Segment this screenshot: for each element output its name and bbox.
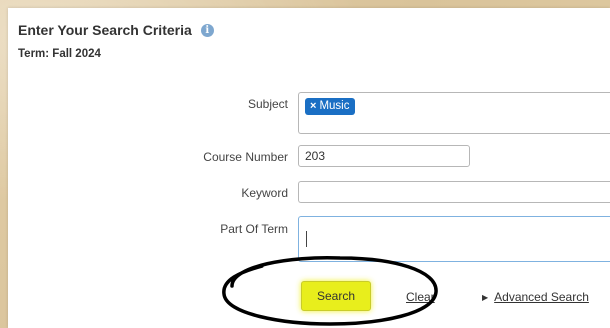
- advanced-search-label: Advanced Search: [494, 290, 589, 304]
- subject-tag-label: Music: [319, 100, 350, 112]
- search-button[interactable]: Search: [301, 281, 371, 311]
- course-number-label: Course Number: [203, 150, 288, 164]
- page-title-text: Enter Your Search Criteria: [18, 22, 192, 38]
- search-panel: Enter Your Search Criteria i Term: Fall …: [8, 8, 610, 328]
- remove-tag-icon[interactable]: ×: [310, 100, 316, 112]
- text-caret: [306, 231, 307, 247]
- part-of-term-label: Part Of Term: [220, 222, 288, 236]
- page-title: Enter Your Search Criteria i: [18, 22, 214, 38]
- subject-tag[interactable]: × Music: [305, 98, 356, 115]
- subject-label: Subject: [247, 97, 288, 111]
- advanced-search-link[interactable]: ▶ Advanced Search: [482, 290, 589, 304]
- keyword-field[interactable]: [298, 181, 610, 203]
- info-icon[interactable]: i: [200, 23, 214, 37]
- clear-link[interactable]: Clear: [406, 290, 435, 304]
- keyword-label: Keyword: [241, 186, 288, 200]
- course-number-field[interactable]: 203: [298, 145, 470, 167]
- triangle-right-icon: ▶: [482, 293, 489, 302]
- subject-field[interactable]: × Music: [298, 92, 610, 134]
- part-of-term-field[interactable]: [298, 216, 610, 262]
- term-label: Term: Fall 2024: [18, 48, 101, 60]
